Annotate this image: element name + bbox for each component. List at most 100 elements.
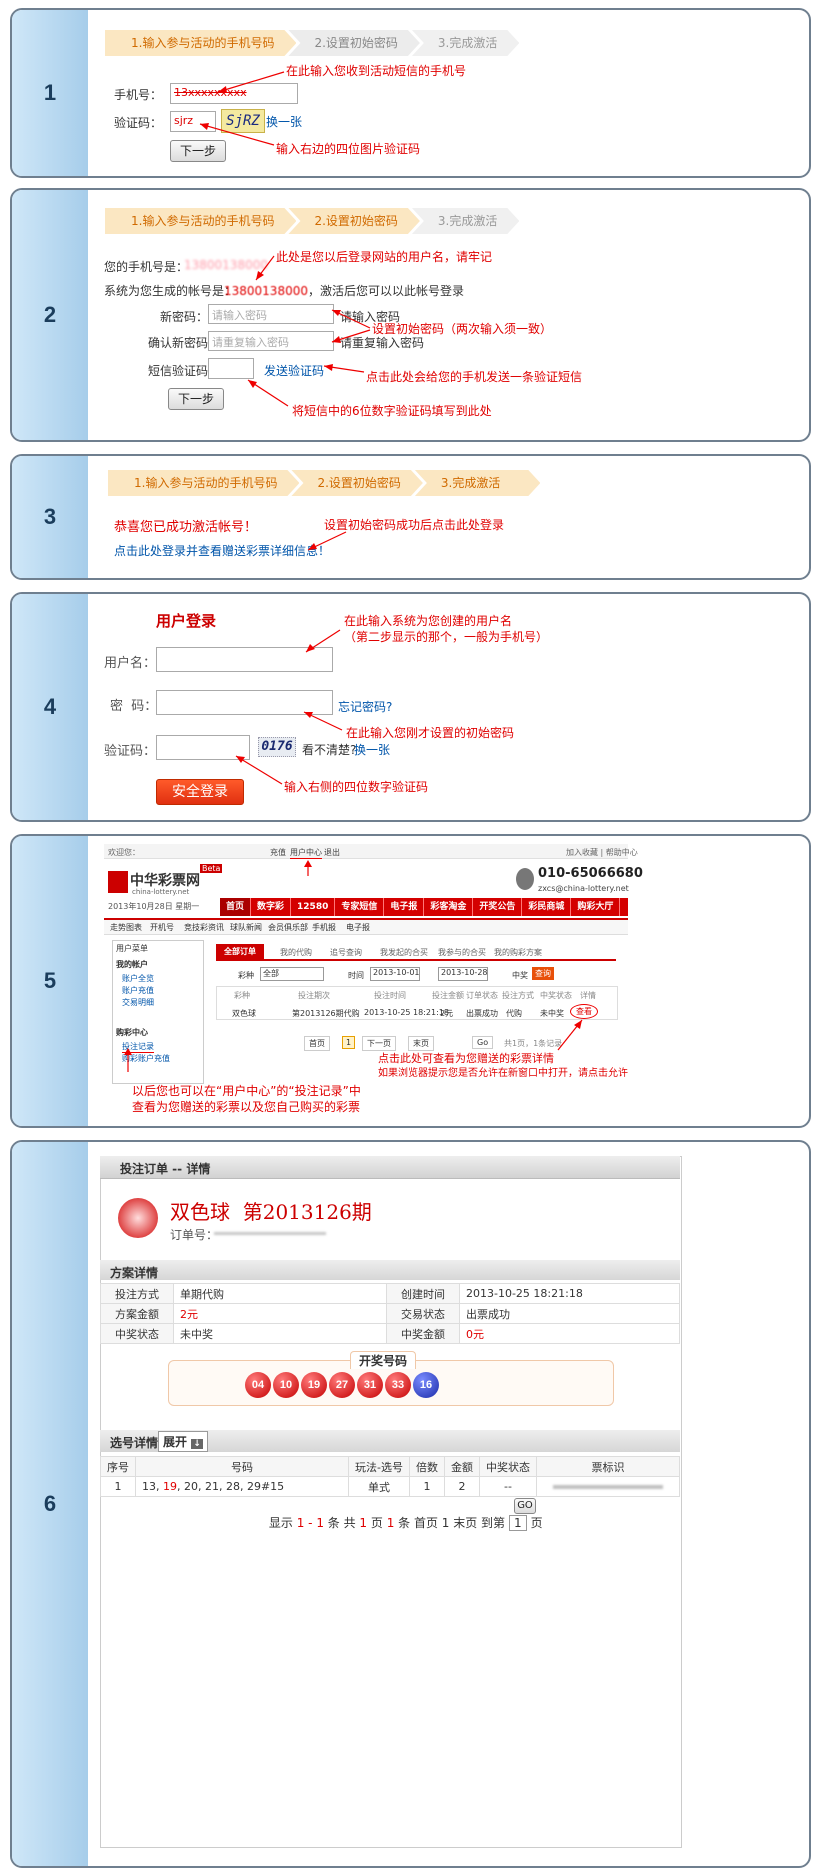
confirm-password-input[interactable]: 请重复输入密码 bbox=[208, 331, 334, 351]
pager-go[interactable]: Go bbox=[472, 1036, 494, 1049]
filter-lottery-select[interactable]: 全部 bbox=[260, 967, 324, 981]
my-account-heading[interactable]: 我的帐户 bbox=[116, 959, 148, 970]
pager-first[interactable]: 首页 bbox=[304, 1036, 330, 1051]
captcha-input[interactable] bbox=[156, 735, 250, 760]
tab-my-agency[interactable]: 我的代购 bbox=[280, 947, 312, 958]
sel-play: 单式 bbox=[348, 1476, 410, 1497]
sel-status: -- bbox=[478, 1476, 538, 1497]
nav-home[interactable]: 首页 bbox=[220, 898, 252, 916]
new-password-input[interactable]: 请输入密码 bbox=[208, 304, 334, 324]
your-phone-label: 您的手机号是： bbox=[104, 260, 189, 274]
tab-initiated-group[interactable]: 我发起的合买 bbox=[380, 947, 428, 958]
send-code-link[interactable]: 发送验证码 bbox=[264, 362, 324, 379]
red-ball: 10 bbox=[273, 1372, 299, 1398]
annotation-password: 设置初始密码（两次输入须一致） bbox=[372, 322, 553, 336]
password-input[interactable] bbox=[156, 690, 333, 715]
subnav-ebook[interactable]: 电子报 bbox=[346, 922, 370, 933]
buy-recharge[interactable]: 购彩账户充值 bbox=[122, 1053, 170, 1064]
pager-current[interactable]: 1 bbox=[342, 1036, 356, 1049]
expand-button[interactable]: 展开 ↓ bbox=[158, 1431, 208, 1452]
tab-follow-query[interactable]: 追号查询 bbox=[330, 947, 362, 958]
step-1: 1.输入参与活动的手机号码 bbox=[105, 208, 296, 234]
phone-input[interactable]: 13xxxxxxxxx bbox=[170, 83, 298, 104]
captcha-label: 验证码： bbox=[104, 744, 157, 759]
pager-text: 显示 bbox=[268, 1516, 297, 1530]
ticket-id-blur bbox=[553, 1484, 663, 1489]
date-to-input[interactable]: 2013-10-28 bbox=[438, 967, 488, 981]
top-link-recharge[interactable]: 充值 bbox=[270, 847, 286, 858]
selection-row: 1 13, 19, 20, 21, 28, 29#15 单式 1 2 -- bbox=[100, 1476, 680, 1497]
phone-value: 13xxxxxxxxx bbox=[174, 86, 247, 99]
annotation-account: 此处是您以后登录网站的用户名，请牢记 bbox=[276, 250, 493, 264]
red-ball: 19 bbox=[301, 1372, 327, 1398]
date-from-input[interactable]: 2013-10-01 bbox=[370, 967, 420, 981]
view-detail-link[interactable]: 查看 bbox=[570, 1004, 598, 1019]
subnav-sports[interactable]: 竞技彩资讯 bbox=[184, 922, 224, 933]
next-button[interactable]: 下一步 bbox=[168, 388, 224, 410]
buy-center-heading[interactable]: 购彩中心 bbox=[116, 1027, 148, 1038]
pager-page-input[interactable]: 1 bbox=[508, 1515, 527, 1531]
detail-header-title: 投注订单 -- 详情 bbox=[120, 1162, 211, 1176]
acct-overview[interactable]: 账户全览 bbox=[122, 973, 154, 984]
red-ball: 31 bbox=[357, 1372, 383, 1398]
acct-recharge[interactable]: 账户充值 bbox=[122, 985, 154, 996]
sms-code-input[interactable] bbox=[208, 358, 254, 379]
username-input[interactable] bbox=[156, 647, 333, 672]
nav-12580[interactable]: 12580 bbox=[291, 898, 336, 916]
nav-digital[interactable]: 数字彩 bbox=[251, 898, 292, 916]
step-2: 2.设置初始密码 bbox=[288, 30, 419, 56]
subnav-team[interactable]: 球队新闻 bbox=[230, 922, 262, 933]
subnav-chart[interactable]: 走势图表 bbox=[110, 922, 142, 933]
acct-transactions[interactable]: 交易明细 bbox=[122, 997, 154, 1008]
subnav-club[interactable]: 会员俱乐部 bbox=[268, 922, 308, 933]
captcha-input[interactable]: sjrz bbox=[170, 111, 216, 132]
step-3: 3.完成激活 bbox=[412, 30, 519, 56]
step-1: 1.输入参与活动的手机号码 bbox=[108, 470, 299, 496]
forgot-password-link[interactable]: 忘记密码? bbox=[338, 698, 392, 715]
row-amount: 2元 bbox=[440, 1009, 454, 1018]
plan-cell-label: 中奖金额 bbox=[386, 1323, 460, 1344]
tab-joined-group[interactable]: 我参与的合买 bbox=[438, 947, 486, 958]
site-logo[interactable]: 中华彩票网 bbox=[130, 870, 200, 890]
nav-draw-notice[interactable]: 开奖公告 bbox=[473, 898, 523, 916]
annotation-captcha: 输入右侧的四位数字验证码 bbox=[284, 780, 429, 794]
tab-all-orders[interactable]: 全部订单 bbox=[216, 944, 264, 959]
subnav-mobile[interactable]: 手机报 bbox=[312, 922, 336, 933]
pager-last[interactable]: 末页 bbox=[408, 1036, 434, 1051]
nav-mall[interactable]: 彩民商城 bbox=[522, 898, 572, 916]
bet-records[interactable]: 投注记录 bbox=[122, 1041, 154, 1053]
blue-ball: 16 bbox=[413, 1372, 439, 1398]
subnav-open[interactable]: 开机号 bbox=[150, 922, 174, 933]
refresh-captcha-link[interactable]: 换一张 bbox=[354, 741, 390, 758]
annotation-arrows bbox=[199, 71, 285, 146]
top-right-links[interactable]: 加入收藏 | 帮助中心 bbox=[566, 847, 638, 858]
query-button[interactable]: 查询 bbox=[532, 967, 554, 980]
login-link[interactable]: 点击此处登录并查看赠送彩票详细信息！ bbox=[114, 542, 330, 559]
captcha-image[interactable]: SjRZ bbox=[221, 109, 265, 133]
tab-my-plans[interactable]: 我的购彩方案 bbox=[494, 947, 542, 958]
nav-gold[interactable]: 彩客淘金 bbox=[424, 898, 474, 916]
pager-next[interactable]: 下一页 bbox=[362, 1036, 396, 1051]
hotline: 010-65066680 bbox=[538, 866, 643, 881]
captcha-image[interactable]: 0176 bbox=[258, 737, 296, 757]
secure-login-button[interactable]: 安全登录 bbox=[156, 779, 244, 805]
top-link-logout[interactable]: 退出 bbox=[324, 847, 340, 858]
nav-lobby[interactable]: 购彩大厅 bbox=[571, 898, 621, 916]
nav-ebook[interactable]: 电子报 bbox=[384, 898, 425, 916]
row-bet-method: 代购 bbox=[506, 1009, 522, 1018]
annotation-username-2: （第二步显示的那个，一般为手机号） bbox=[344, 630, 549, 644]
step-panel-2: 2 1.输入参与活动的手机号码 2.设置初始密码 3.完成激活 您的手机号是： … bbox=[10, 188, 811, 442]
top-link-user-center[interactable]: 用户中心 bbox=[290, 847, 322, 859]
plan-cell-value: 未中奖 bbox=[173, 1323, 387, 1344]
phone-label: 手机号： bbox=[114, 88, 163, 102]
nav-expert-sms[interactable]: 专家短信 bbox=[335, 898, 385, 916]
win-checkbox-label[interactable]: 中奖 bbox=[512, 970, 528, 981]
lottery-issue: 第2013126期 bbox=[242, 1200, 372, 1224]
lottery-name-text: 双色球 bbox=[170, 1200, 230, 1224]
red-ball: 33 bbox=[385, 1372, 411, 1398]
pager-go-button[interactable]: GO bbox=[514, 1498, 536, 1514]
next-button[interactable]: 下一步 bbox=[170, 140, 226, 162]
row-lottery: 双色球 bbox=[232, 1009, 256, 1018]
plan-row: 中奖状态 未中奖 中奖金额 0元 bbox=[100, 1323, 680, 1344]
refresh-captcha-link[interactable]: 换一张 bbox=[266, 113, 302, 130]
